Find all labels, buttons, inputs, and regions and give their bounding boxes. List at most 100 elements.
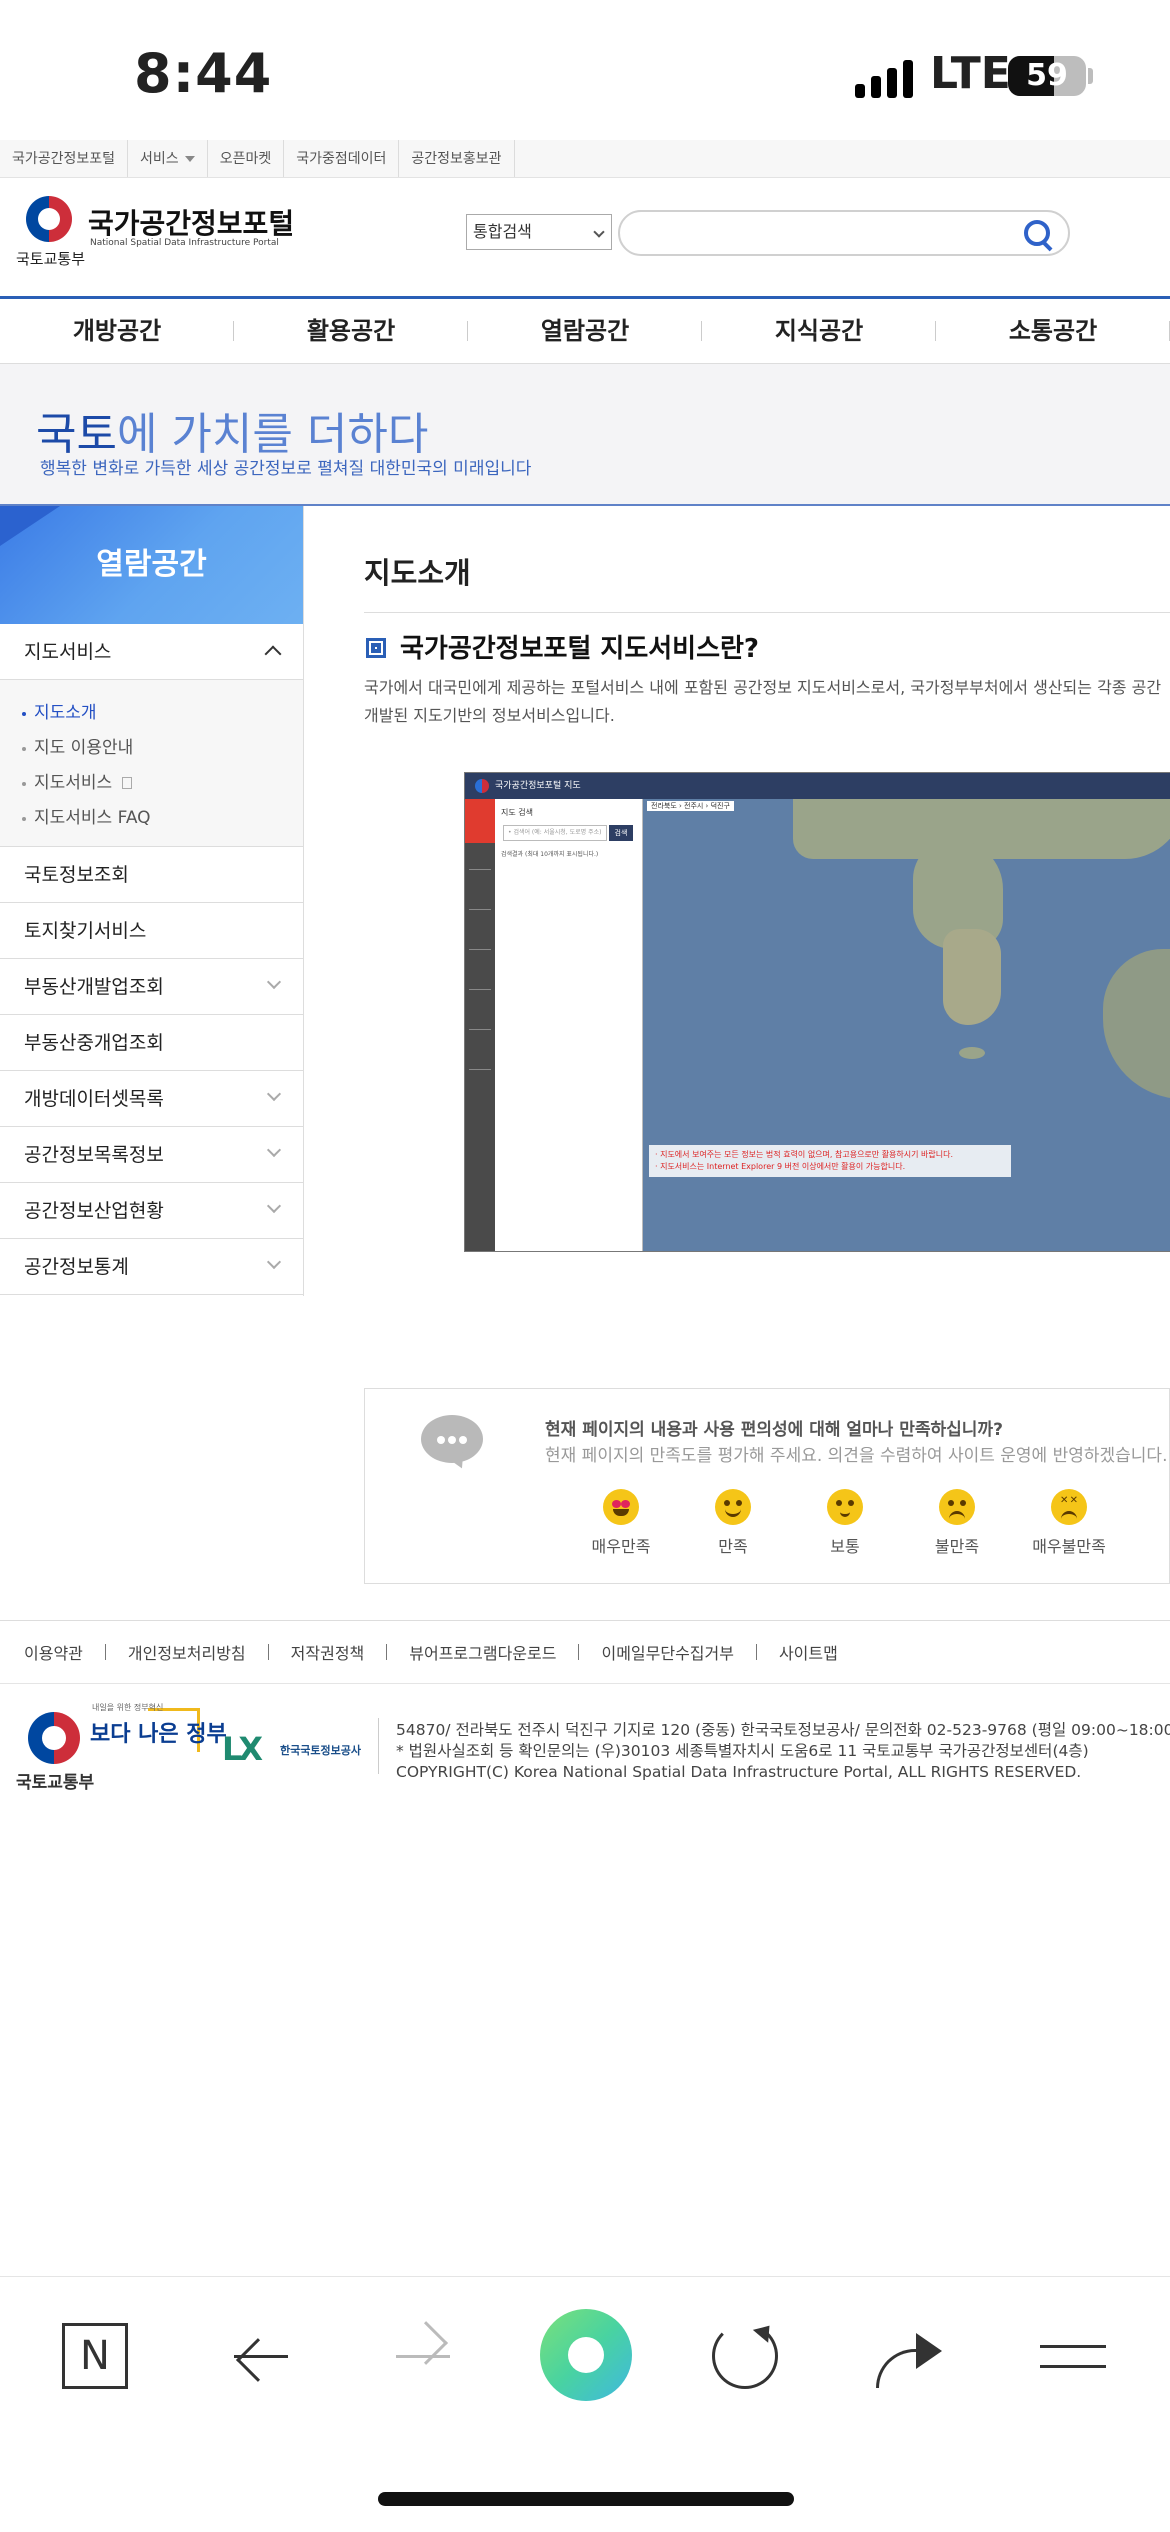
nav-view-space[interactable]: 열람공간: [468, 299, 702, 363]
sidebar-item-catalog[interactable]: 공간정보목록정보: [0, 1127, 303, 1183]
sidebar-item-land-search[interactable]: 토지찾기서비스: [0, 903, 303, 959]
nav-use-space[interactable]: 활용공간: [234, 299, 468, 363]
chevron-down-icon: [266, 1254, 282, 1270]
footer-link-terms[interactable]: 이용약관: [24, 1640, 83, 1664]
map-tool-rail: [465, 799, 495, 1251]
slight-smile-face-icon: [827, 1489, 863, 1525]
forward-arrow-icon[interactable]: [394, 2323, 452, 2389]
footer-info: 54870/ 전라북도 전주시 덕진구 기지로 120 (중동) 한국국토정보공…: [396, 1721, 1170, 1781]
government-emblem-icon: [26, 196, 72, 242]
main-nav: 개방공간 활용공간 열람공간 지식공간 소통공간: [0, 296, 1170, 364]
footer-link-copyright[interactable]: 저작권정책: [291, 1640, 365, 1664]
util-link-services[interactable]: 서비스: [128, 140, 208, 177]
network-type: LTE: [930, 48, 1011, 99]
battery-nub: [1088, 68, 1093, 84]
gov-slogan-logo: 내일을 위한 정부혁신 보다 나은 정부: [90, 1703, 227, 1747]
survey-option-dissatisfied[interactable]: 불만족: [901, 1489, 1013, 1557]
map-header: 국가공간정보포털 지도: [465, 773, 1170, 799]
speech-bubble-icon: [421, 1415, 483, 1463]
submenu-map-service[interactable]: 지도서비스: [0, 766, 303, 801]
sidebar: 열람공간 지도서비스 지도소개 지도 이용안내 지도서비스 지도서비스 FAQ …: [0, 506, 304, 1296]
site-header: 국토교통부 국가공간정보포털 National Spatial Data Inf…: [0, 178, 1170, 296]
util-link-pr-hall[interactable]: 공간정보홍보관: [399, 140, 515, 177]
logo-portal-name: 국가공간정보포털: [88, 207, 295, 240]
search-type-select[interactable]: 통합검색: [466, 214, 612, 250]
submenu-map-guide[interactable]: 지도 이용안내: [0, 731, 303, 766]
external-link-icon: [122, 777, 133, 789]
survey-options: 매우만족 만족 보통 불만족 ✕ ✕ 매우불만족: [565, 1489, 1125, 1557]
nav-open-space[interactable]: 개방공간: [0, 299, 234, 363]
map-notice: · 지도에서 보여주는 모든 정보는 법적 효력이 없으며, 참고용으로만 활용…: [649, 1145, 1011, 1177]
section-description: 국가에서 대국민에게 제공하는 포털서비스 내에 포함된 공간정보 지도서비스로…: [364, 678, 1162, 725]
grinning-face-icon: [715, 1489, 751, 1525]
survey-subtitle: 현재 페이지의 만족도를 평가해 주세요. 의견을 수렴하여 사이트 운영에 반…: [545, 1446, 1168, 1466]
frowning-face-icon: [939, 1489, 975, 1525]
banner-subtitle: 행복한 변화로 가득한 세상 공간정보로 펼쳐질 대한민국의 미래입니다: [40, 459, 532, 479]
cellular-signal-icon: [855, 58, 913, 98]
home-indicator[interactable]: [378, 2492, 794, 2506]
chevron-down-icon: [266, 1086, 282, 1102]
sidebar-item-industry[interactable]: 공간정보산업현황: [0, 1183, 303, 1239]
survey-question: 현재 페이지의 내용과 사용 편의성에 대해 얼마나 만족하십니까?: [545, 1420, 1003, 1440]
chevron-down-icon: [266, 1142, 282, 1158]
sidebar-submenu: 지도소개 지도 이용안내 지도서비스 지도서비스 FAQ: [0, 680, 303, 847]
section-heading: 국가공간정보포털 지도서비스란?: [364, 628, 759, 665]
title-divider: [364, 612, 1170, 613]
footer-link-email[interactable]: 이메일무단수집거부: [601, 1640, 733, 1664]
sidebar-item-open-dataset[interactable]: 개방데이터셋목록: [0, 1071, 303, 1127]
status-bar: 8:44 LTE 59: [0, 0, 1170, 140]
footer-links: 이용약관 개인정보처리방침 저작권정책 뷰어프로그램다운로드 이메일무단수집거부…: [0, 1620, 1170, 1684]
submenu-map-intro[interactable]: 지도소개: [0, 696, 303, 731]
footer-link-privacy[interactable]: 개인정보처리방침: [128, 1640, 246, 1664]
map-search-panel: 지도 검색 • 검색어 (예: 서울시청, 도로명 주소) 검색 검색결과 (최…: [495, 799, 643, 1251]
survey-option-very-dissatisfied[interactable]: ✕ ✕ 매우불만족: [1013, 1489, 1125, 1557]
sidebar-item-statistics[interactable]: 공간정보통계: [0, 1239, 303, 1295]
sidebar-item-land-info[interactable]: 국토정보조회: [0, 847, 303, 903]
nav-community-space[interactable]: 소통공간: [936, 299, 1170, 363]
submenu-map-faq[interactable]: 지도서비스 FAQ: [0, 801, 303, 836]
government-emblem-icon: [28, 1712, 80, 1764]
util-link-openmarket[interactable]: 오픈마켓: [208, 140, 285, 177]
menu-icon[interactable]: [1040, 2323, 1106, 2389]
survey-option-neutral[interactable]: 보통: [789, 1489, 901, 1557]
chevron-down-icon: [266, 974, 282, 990]
logo-ministry: 국토교통부: [16, 250, 86, 268]
search-icon[interactable]: [1020, 216, 1056, 252]
chevron-down-icon: [266, 1198, 282, 1214]
search-input[interactable]: [618, 210, 1070, 256]
green-dot-home-button[interactable]: [540, 2309, 632, 2401]
share-icon[interactable]: [874, 2323, 946, 2389]
lx-name: 한국국토정보공사: [280, 1744, 361, 1757]
lx-logo: LX: [222, 1730, 263, 1768]
logo-portal-name-en: National Spatial Data Infrastructure Por…: [90, 238, 279, 248]
chevron-down-icon: [593, 226, 605, 238]
naver-n-button[interactable]: N: [62, 2323, 128, 2389]
util-link-key-data[interactable]: 국가중점데이터: [284, 140, 400, 177]
page-title: 지도소개: [364, 556, 471, 590]
back-arrow-icon[interactable]: [232, 2323, 290, 2389]
util-link-portal[interactable]: 국가공간정보포털: [0, 140, 129, 177]
sidebar-title: 열람공간: [0, 506, 303, 624]
sidebar-item-realestate-broker[interactable]: 부동산중개업조회: [0, 1015, 303, 1071]
sidebar-section-map-service[interactable]: 지도서비스: [0, 624, 303, 680]
chevron-up-icon: [264, 645, 282, 663]
dizzy-face-icon: ✕ ✕: [1051, 1489, 1087, 1525]
survey-option-satisfied[interactable]: 만족: [677, 1489, 789, 1557]
sidebar-item-realestate-dev[interactable]: 부동산개발업조회: [0, 959, 303, 1015]
caret-down-icon: [184, 156, 195, 162]
status-time: 8:44: [134, 42, 273, 105]
reload-icon[interactable]: [712, 2323, 778, 2389]
map-service-screenshot: 국가공간정보포털 지도 지도 검색 • 검색어 (예: 서울시청, 도로명 주소…: [464, 772, 1170, 1252]
battery-level: 59: [1026, 58, 1068, 93]
banner-slogan: 국토에 가치를 더하다: [36, 409, 429, 460]
hero-banner: 국토에 가치를 더하다 행복한 변화로 가득한 세상 공간정보로 펼쳐질 대한민…: [0, 364, 1170, 506]
footer-ministry: 국토교통부: [16, 1773, 95, 1793]
footer-link-sitemap[interactable]: 사이트맵: [779, 1640, 838, 1664]
satisfaction-survey: 현재 페이지의 내용과 사용 편의성에 대해 얼마나 만족하십니까? 현재 페이…: [364, 1388, 1170, 1584]
heart-eyes-face-icon: [603, 1489, 639, 1525]
map-view: 전라북도 › 전주시 › 덕진구 · 지도에서 보여주는 모든 정보는 법적 효…: [643, 799, 1170, 1251]
survey-option-very-satisfied[interactable]: 매우만족: [565, 1489, 677, 1557]
nav-knowledge-space[interactable]: 지식공간: [702, 299, 936, 363]
footer-link-viewer[interactable]: 뷰어프로그램다운로드: [409, 1640, 556, 1664]
site-footer: 국토교통부 내일을 위한 정부혁신 보다 나은 정부 LX 한국국토정보공사 54…: [0, 1690, 1170, 1800]
